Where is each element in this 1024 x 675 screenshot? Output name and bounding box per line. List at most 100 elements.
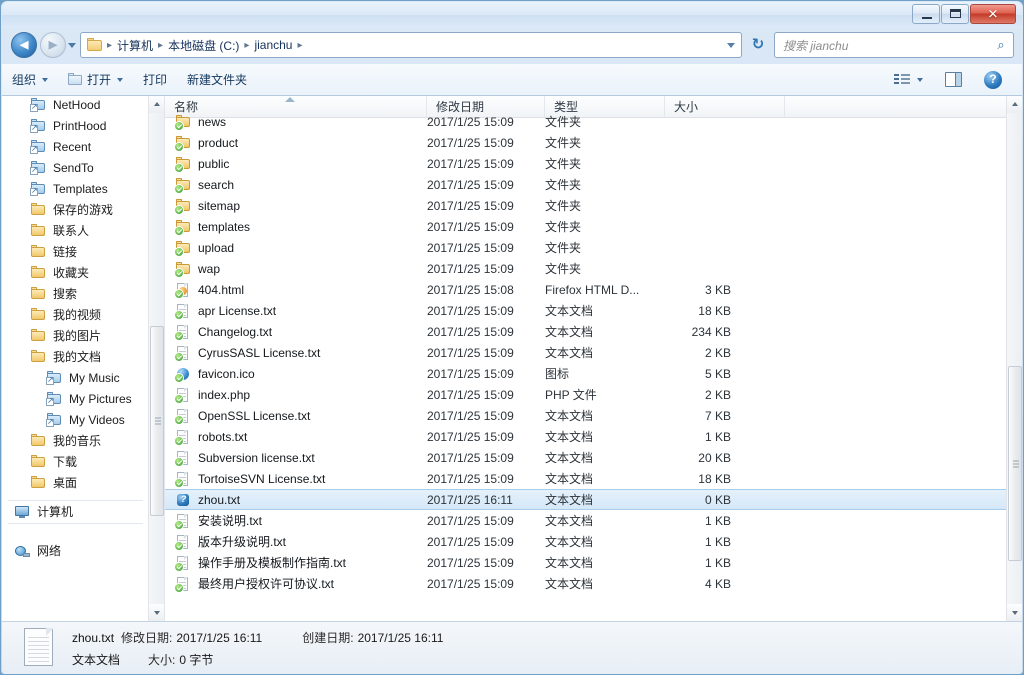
table-row[interactable]: upload 2017/1/25 15:09 文件夹 — [165, 237, 1006, 258]
organize-button[interactable]: 组织 — [2, 68, 58, 92]
table-row[interactable]: news 2017/1/25 15:09 文件夹 — [165, 111, 1006, 132]
folder-icon — [174, 135, 192, 151]
sidebar-item-0[interactable]: NetHood — [2, 96, 149, 115]
sidebar-item-label: 下载 — [53, 455, 78, 469]
sidebar-item-2[interactable]: Recent — [2, 136, 149, 157]
new-folder-button[interactable]: 新建文件夹 — [177, 68, 257, 92]
sidebar-item-11[interactable]: 我的图片 — [2, 325, 149, 346]
ico-file-icon — [174, 366, 192, 382]
view-mode-button[interactable] — [884, 68, 933, 92]
close-button[interactable]: ✕ — [970, 4, 1016, 24]
scroll-up-arrow-icon[interactable] — [149, 96, 164, 113]
file-name-cell: robots.txt — [165, 429, 427, 445]
sidebar-scrollbar[interactable] — [148, 96, 164, 621]
file-type-cell: 文本文档 — [545, 556, 594, 570]
file-name-label: zhou.txt — [198, 492, 241, 507]
sidebar-item-1[interactable]: PrintHood — [2, 115, 149, 136]
table-row[interactable]: apr License.txt 2017/1/25 15:09 文本文档 18 KB — [165, 300, 1006, 321]
sidebar-item-10[interactable]: 我的视频 — [2, 304, 149, 325]
sidebar-item-7[interactable]: 链接 — [2, 241, 149, 262]
maximize-button[interactable] — [941, 4, 969, 24]
scrollbar-thumb[interactable] — [150, 326, 164, 516]
table-row[interactable]: favicon.ico 2017/1/25 15:09 图标 5 KB — [165, 363, 1006, 384]
table-row[interactable]: 版本升级说明.txt 2017/1/25 15:09 文本文档 1 KB — [165, 531, 1006, 552]
file-name-label: news — [198, 114, 227, 129]
sidebar-section-computer[interactable]: 计算机 — [2, 501, 149, 522]
table-row[interactable]: 操作手册及模板制作指南.txt 2017/1/25 15:09 文本文档 1 KB — [165, 552, 1006, 573]
sidebar-item-16[interactable]: 我的音乐 — [2, 430, 149, 451]
scroll-down-arrow-icon[interactable] — [1007, 604, 1022, 621]
shortcut-folder-icon — [30, 97, 47, 112]
print-button[interactable]: 打印 — [133, 68, 177, 92]
sidebar-item-8[interactable]: 收藏夹 — [2, 262, 149, 283]
address-dropdown-icon[interactable] — [727, 42, 735, 48]
table-row[interactable]: ? zhou.txt 2017/1/25 16:11 文本文档 0 KB — [165, 489, 1006, 510]
table-row[interactable]: 404.html 2017/1/25 15:08 Firefox HTML D...… — [165, 279, 1006, 300]
file-date-cell: 2017/1/25 15:09 — [427, 324, 514, 339]
file-type-cell: 文本文档 — [545, 346, 594, 360]
table-row[interactable]: TortoiseSVN License.txt 2017/1/25 15:09 文本… — [165, 468, 1006, 489]
file-list-scrollbar[interactable] — [1006, 96, 1022, 621]
table-row[interactable]: 最终用户授权许可协议.txt 2017/1/25 15:09 文本文档 4 KB — [165, 573, 1006, 594]
breadcrumb-item-jianchu[interactable]: jianchu — [250, 35, 296, 55]
chevron-down-icon — [42, 77, 49, 82]
table-row[interactable]: wap 2017/1/25 15:09 文件夹 — [165, 258, 1006, 279]
forward-button[interactable]: ► — [40, 32, 66, 58]
breadcrumb-separator: ▸ — [107, 39, 113, 51]
scroll-up-arrow-icon[interactable] — [1007, 96, 1022, 113]
table-row[interactable]: templates 2017/1/25 15:09 文件夹 — [165, 216, 1006, 237]
back-button[interactable]: ◄ — [11, 32, 37, 58]
minimize-button[interactable] — [912, 4, 940, 24]
sidebar-section-network[interactable]: 网络 — [2, 540, 149, 561]
sidebar-item-14[interactable]: My Pictures — [2, 388, 149, 409]
table-row[interactable]: Changelog.txt 2017/1/25 15:09 文本文档 234 KB — [165, 321, 1006, 342]
history-dropdown-icon[interactable] — [68, 43, 76, 48]
file-date-cell: 2017/1/25 15:09 — [427, 366, 514, 381]
file-date-cell: 2017/1/25 15:09 — [427, 408, 514, 423]
sidebar-item-13[interactable]: My Music — [2, 367, 149, 388]
table-row[interactable]: OpenSSL License.txt 2017/1/25 15:09 文本文档 7 … — [165, 405, 1006, 426]
table-row[interactable]: CyrusSASL License.txt 2017/1/25 15:09 文本文档… — [165, 342, 1006, 363]
table-row[interactable]: public 2017/1/25 15:09 文件夹 — [165, 153, 1006, 174]
sidebar-item-12[interactable]: 我的文档 — [2, 346, 149, 367]
open-button[interactable]: 打开 — [58, 68, 133, 92]
table-row[interactable]: index.php 2017/1/25 15:09 PHP 文件 2 KB — [165, 384, 1006, 405]
breadcrumb-item-computer[interactable]: 计算机 — [113, 34, 157, 57]
sidebar-item-label: PrintHood — [53, 118, 107, 133]
table-row[interactable]: robots.txt 2017/1/25 15:09 文本文档 1 KB — [165, 426, 1006, 447]
details-size-label: 大小: — [148, 652, 176, 667]
sidebar-item-18[interactable]: 桌面 — [2, 472, 149, 493]
search-input[interactable]: 搜索 jianchu — [775, 37, 989, 54]
file-type-cell: 文本文档 — [545, 451, 594, 465]
sidebar-item-17[interactable]: 下载 — [2, 451, 149, 472]
refresh-button[interactable]: ↻ — [748, 35, 768, 55]
file-name-cell: Changelog.txt — [165, 324, 427, 340]
file-date-cell: 2017/1/25 15:09 — [427, 261, 514, 276]
file-type-cell: 文件夹 — [545, 262, 582, 276]
table-row[interactable]: 安装说明.txt 2017/1/25 15:09 文本文档 1 KB — [165, 510, 1006, 531]
table-row[interactable]: sitemap 2017/1/25 15:09 文件夹 — [165, 195, 1006, 216]
address-bar[interactable]: ▸ 计算机 ▸ 本地磁盘 (C:) ▸ jianchu ▸ — [80, 32, 742, 58]
sidebar-item-15[interactable]: My Videos — [2, 409, 149, 430]
table-row[interactable]: product 2017/1/25 15:09 文件夹 — [165, 132, 1006, 153]
sidebar-item-5[interactable]: 保存的游戏 — [2, 199, 149, 220]
file-size-cell: 20 KB — [698, 450, 731, 465]
preview-pane-button[interactable] — [935, 68, 972, 92]
breadcrumb-item-drive[interactable]: 本地磁盘 (C:) — [164, 34, 243, 57]
file-type-cell: 文本文档 — [545, 493, 594, 507]
file-type-cell: 文本文档 — [545, 514, 594, 528]
file-name-cell: 版本升级说明.txt — [165, 533, 427, 550]
breadcrumb-separator: ▸ — [297, 39, 303, 51]
search-box[interactable]: 搜索 jianchu ⌕ — [774, 32, 1014, 58]
scrollbar-thumb[interactable] — [1008, 366, 1022, 561]
scroll-down-arrow-icon[interactable] — [149, 604, 164, 621]
help-button[interactable]: ? — [974, 68, 1012, 92]
sidebar-item-4[interactable]: Templates — [2, 178, 149, 199]
sidebar-item-3[interactable]: SendTo — [2, 157, 149, 178]
table-row[interactable]: Subversion license.txt 2017/1/25 15:09 文本文… — [165, 447, 1006, 468]
sidebar-item-9[interactable]: 搜索 — [2, 283, 149, 304]
sidebar-item-6[interactable]: 联系人 — [2, 220, 149, 241]
table-row[interactable]: search 2017/1/25 15:09 文件夹 — [165, 174, 1006, 195]
scrollbar-grip-icon — [155, 417, 161, 425]
